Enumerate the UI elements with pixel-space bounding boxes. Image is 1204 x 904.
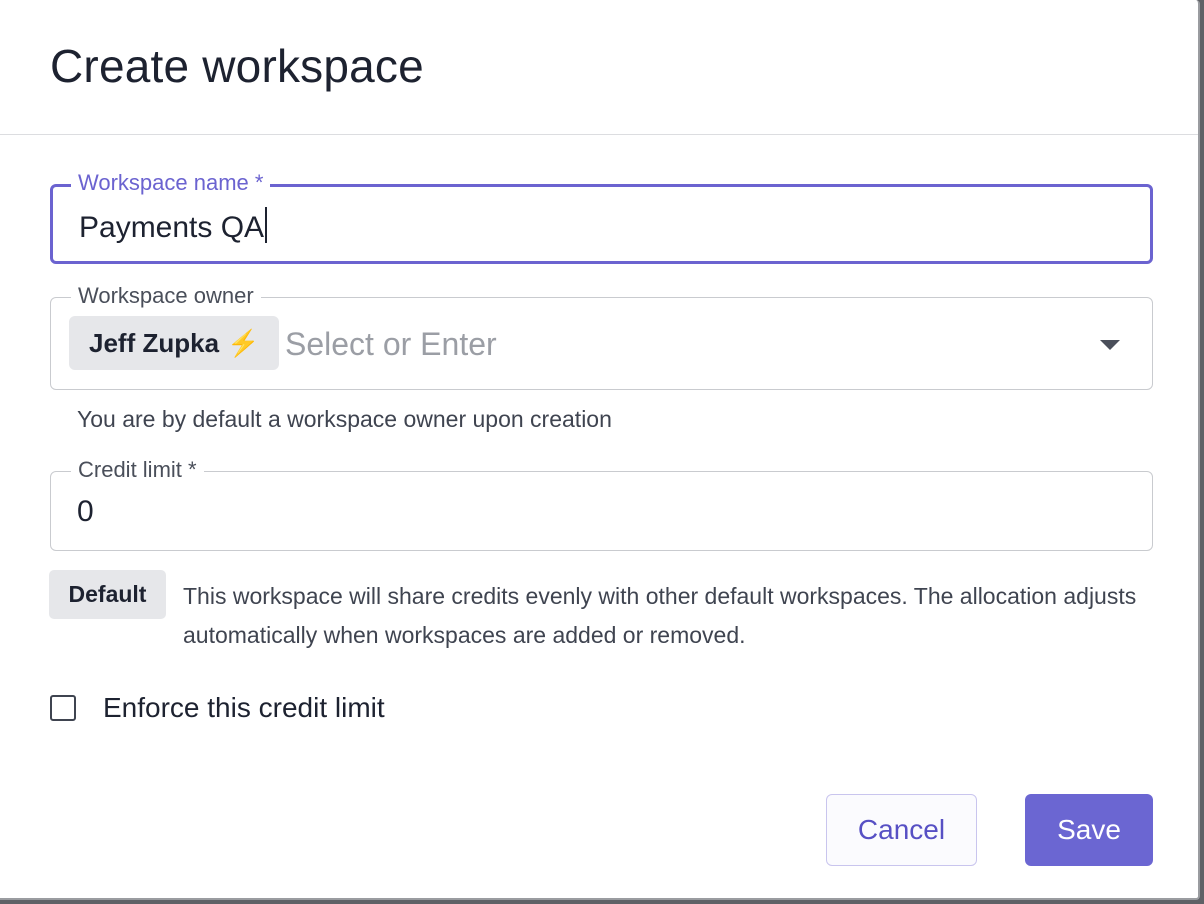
bolt-icon: ⚡ [227, 327, 260, 358]
workspace-name-input[interactable]: Payments QA [79, 207, 1079, 247]
workspace-owner-label: Workspace owner [71, 283, 261, 309]
enforce-credit-limit-label: Enforce this credit limit [103, 692, 385, 723]
workspace-owner-input[interactable]: Select or Enter [285, 326, 497, 362]
owner-chip[interactable]: Jeff Zupka ⚡ [69, 316, 280, 370]
default-badge: Default [49, 570, 166, 619]
create-workspace-dialog: Create workspace Workspace name * Paymen… [0, 0, 1200, 900]
credit-limit-input[interactable]: 0 [77, 494, 1077, 530]
chevron-down-icon[interactable] [1100, 340, 1120, 350]
workspace-owner-field[interactable]: Workspace owner Jeff Zupka ⚡ Select or E… [50, 283, 1153, 390]
dialog-header: Create workspace [0, 0, 1198, 135]
workspace-owner-helper: You are by default a workspace owner upo… [77, 406, 612, 432]
dialog-title: Create workspace [50, 40, 424, 92]
default-description: This workspace will share credits evenly… [183, 583, 1137, 648]
save-button[interactable]: Save [1025, 794, 1153, 866]
workspace-name-label: Workspace name * [71, 170, 271, 196]
enforce-credit-limit-checkbox[interactable] [50, 695, 76, 721]
credit-limit-field[interactable]: Credit limit * 0 [50, 457, 1153, 551]
credit-limit-label: Credit limit * [71, 457, 204, 483]
owner-chip-label: Jeff Zupka [89, 327, 220, 358]
text-caret [265, 207, 268, 243]
workspace-name-field[interactable]: Workspace name * Payments QA [50, 170, 1153, 264]
cancel-button[interactable]: Cancel [826, 794, 977, 866]
workspace-name-value: Payments QA [79, 211, 265, 244]
enforce-credit-limit-row[interactable]: Enforce this credit limit [50, 690, 385, 726]
